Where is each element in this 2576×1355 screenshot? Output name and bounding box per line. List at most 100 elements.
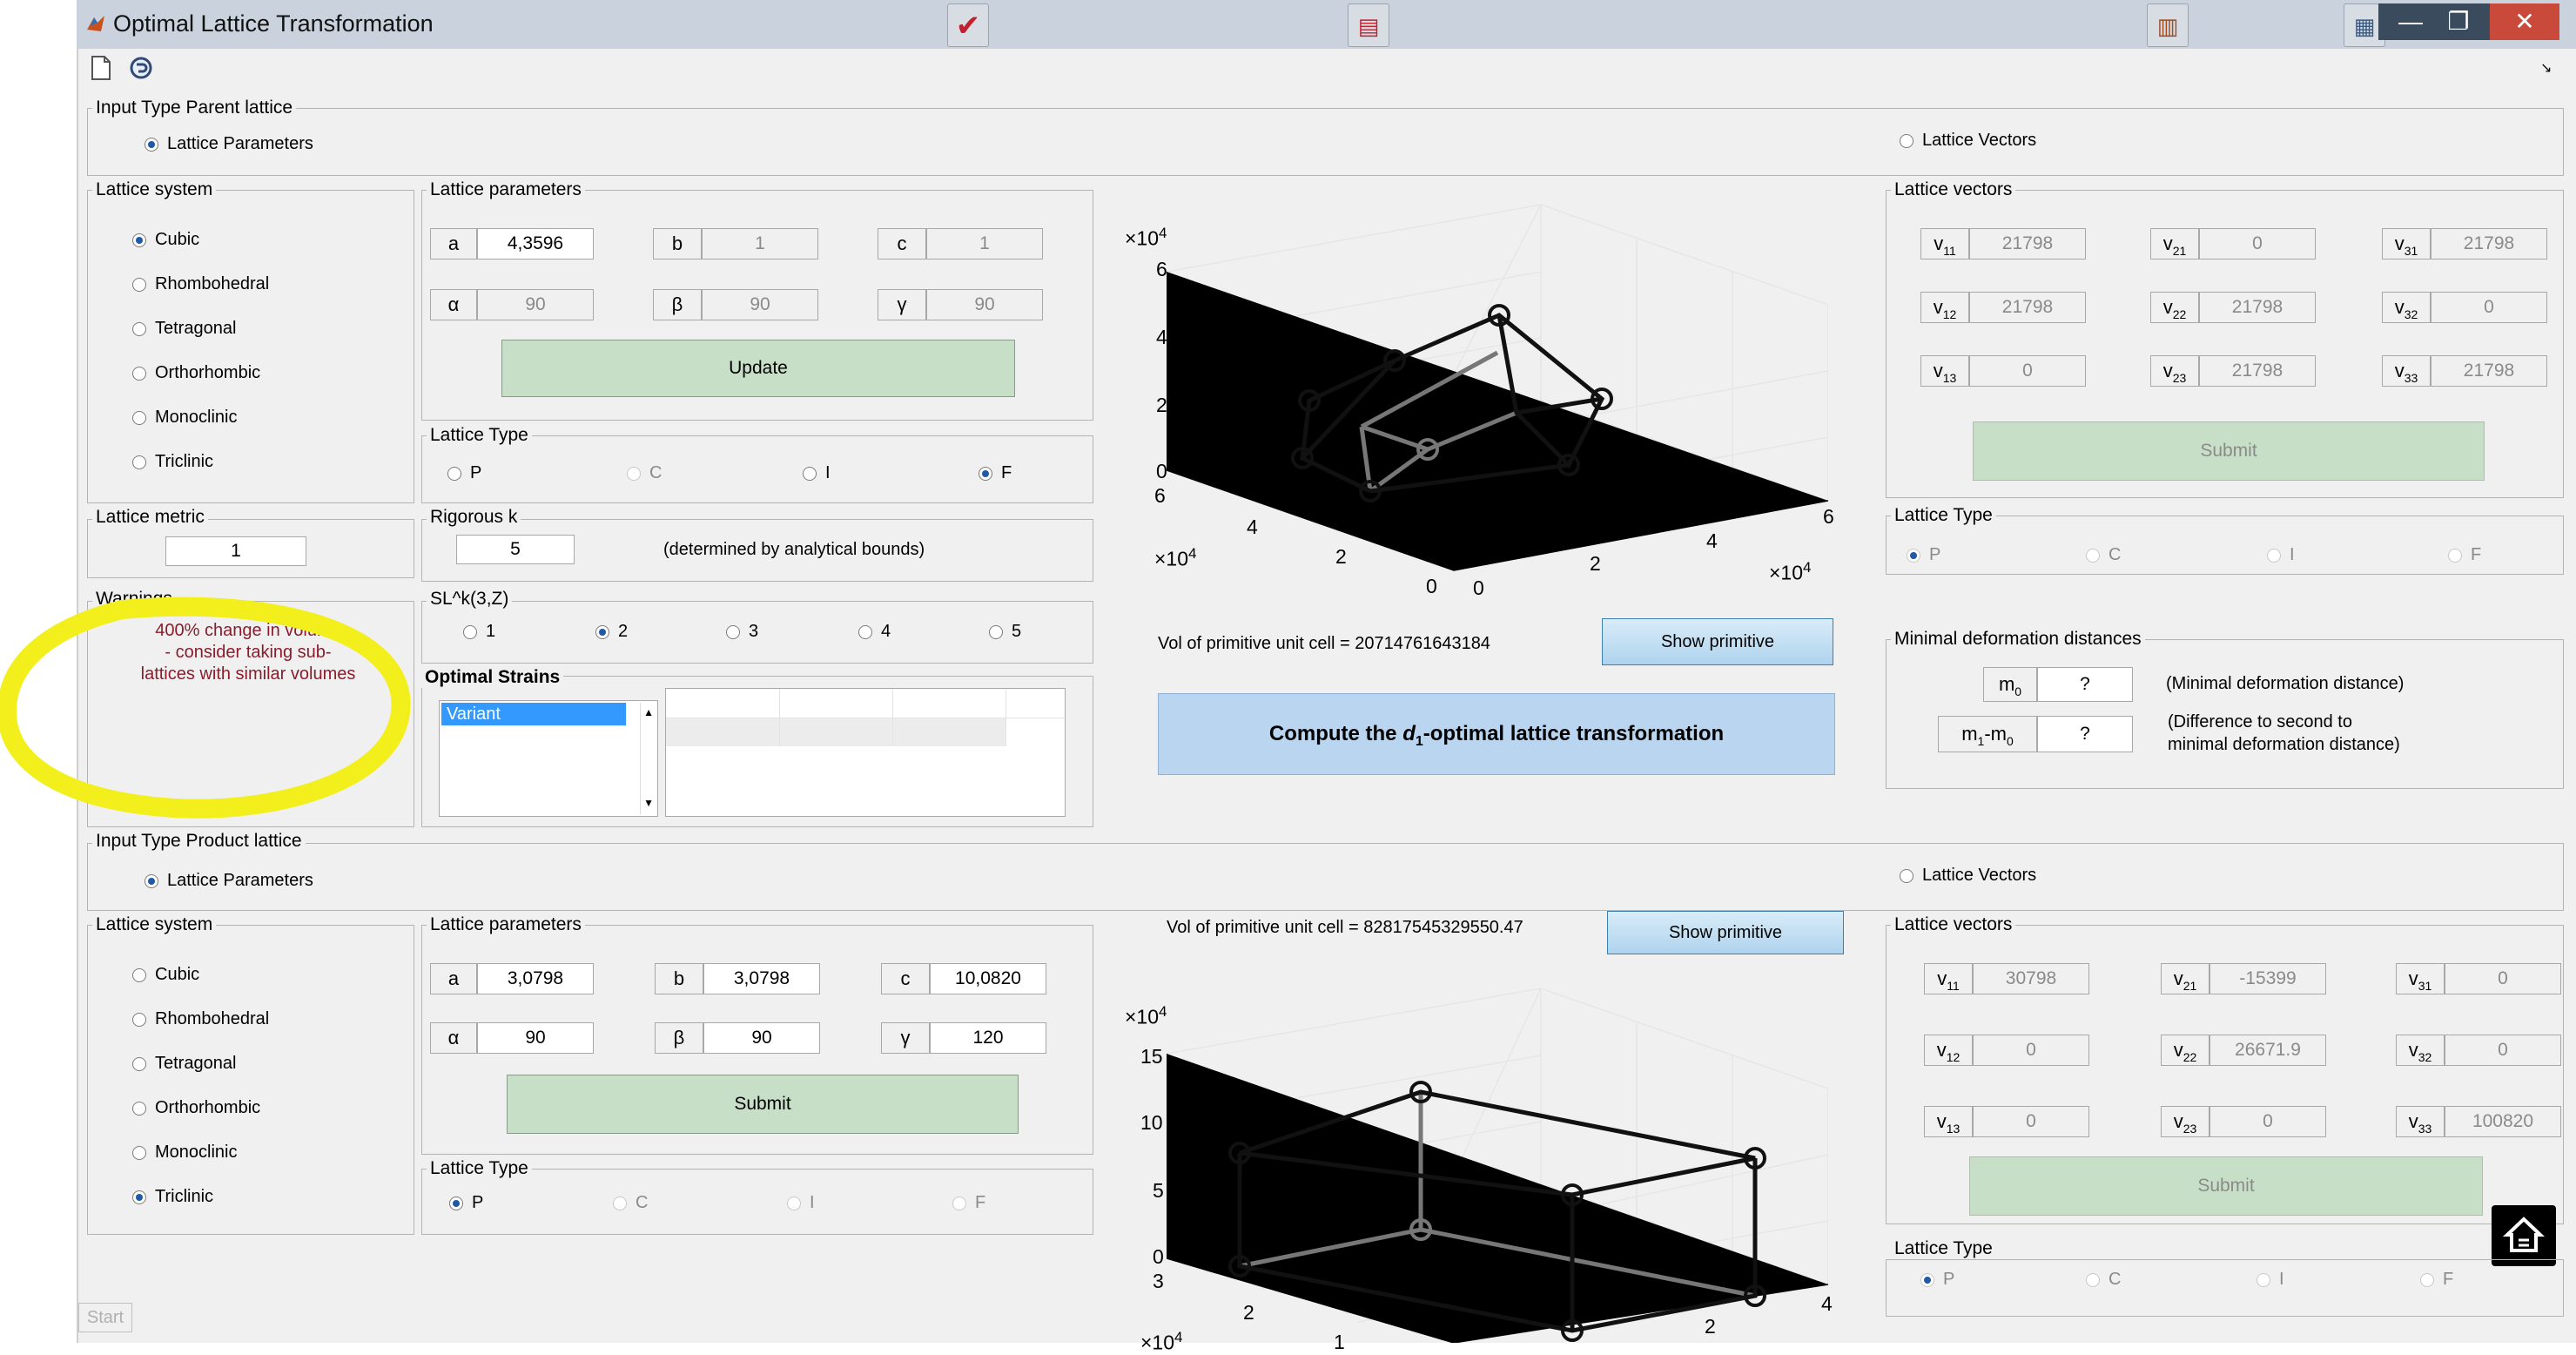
parent-vector-input[interactable]: 21798: [2199, 292, 2316, 323]
parent-vector-input[interactable]: 0: [1969, 355, 2086, 387]
product-type-c[interactable]: C: [613, 1193, 648, 1213]
strains-table[interactable]: [665, 688, 1066, 817]
product-param-a-input[interactable]: 3,0798: [477, 963, 594, 994]
reset-icon[interactable]: [127, 54, 155, 82]
product-right-type-c[interactable]: C: [2086, 1270, 2121, 1290]
product-system-tetragonal[interactable]: Tetragonal: [132, 1054, 236, 1074]
parent-vector-input[interactable]: 0: [2431, 292, 2547, 323]
scroll-up-icon[interactable]: ▲: [643, 706, 654, 718]
product-system-monoclinic[interactable]: Monoclinic: [132, 1143, 237, 1163]
product-vector-input[interactable]: 30798: [1973, 963, 2089, 994]
slk-option-1[interactable]: 1: [463, 622, 495, 642]
parent-vector-input[interactable]: 0: [2199, 228, 2316, 260]
product-vectors-submit-button[interactable]: Submit: [1969, 1156, 2483, 1216]
product-type-f[interactable]: F: [952, 1193, 985, 1213]
parent-right-type-f[interactable]: F: [2448, 545, 2481, 565]
taskbar-doc-icon[interactable]: ▥: [2147, 3, 2189, 47]
radio-indicator: [132, 410, 146, 425]
radio-indicator: [132, 455, 146, 469]
product-right-type-f[interactable]: F: [2420, 1270, 2453, 1290]
product-vector-input[interactable]: 0: [2209, 1106, 2326, 1137]
parent-right-type-p[interactable]: P: [1907, 545, 1940, 565]
parent-system-orthorhombic[interactable]: Orthorhombic: [132, 363, 260, 383]
product-vector-input[interactable]: 0: [1973, 1106, 2089, 1137]
rigorous-k-input[interactable]: 5: [456, 535, 575, 564]
param-alpha-input[interactable]: 90: [477, 289, 594, 320]
product-param-b-input[interactable]: 3,0798: [703, 963, 820, 994]
taskbar-pdf-icon[interactable]: ▤: [1348, 3, 1389, 47]
compute-button[interactable]: Compute the d1-optimal lattice transform…: [1158, 693, 1835, 775]
lattice-metric-input[interactable]: 1: [165, 536, 306, 566]
radio-label: 3: [749, 622, 759, 641]
radio-label: F: [2443, 1270, 2454, 1289]
home-button[interactable]: [2492, 1205, 2556, 1266]
product-radio-lattice-vectors[interactable]: Lattice Vectors: [1900, 866, 2036, 886]
parent-system-triclinic[interactable]: Triclinic: [132, 452, 213, 472]
variant-listbox[interactable]: Variant ▲ ▼: [439, 700, 658, 817]
parent-radio-lattice-parameters[interactable]: Lattice Parameters: [145, 134, 313, 154]
product-vector-input[interactable]: 26671.9: [2209, 1035, 2326, 1066]
product-show-primitive-button[interactable]: Show primitive: [1607, 911, 1844, 954]
parent-type-f[interactable]: F: [979, 463, 1012, 483]
product-right-lattice-type-title: Lattice Type: [1891, 1238, 1996, 1259]
taskbar-check-icon[interactable]: ✔: [947, 3, 989, 47]
product-system-rhombohedral[interactable]: Rhombohedral: [132, 1009, 269, 1029]
product-type-i[interactable]: I: [787, 1193, 815, 1213]
toolbar-overflow-icon[interactable]: ↘: [2540, 59, 2552, 77]
product-submit-button[interactable]: Submit: [507, 1075, 1019, 1134]
product-vector-input[interactable]: 0: [2445, 1035, 2561, 1066]
vector-letter: v: [1933, 296, 1943, 318]
parent-vector-input[interactable]: 21798: [2199, 355, 2316, 387]
product-param-gamma-input[interactable]: 120: [930, 1022, 1046, 1054]
list-item[interactable]: Variant: [441, 703, 626, 725]
product-right-type-i[interactable]: I: [2257, 1270, 2284, 1290]
slk-option-3[interactable]: 3: [726, 622, 758, 642]
slk-option-5[interactable]: 5: [989, 622, 1021, 642]
slk-option-2[interactable]: 2: [595, 622, 628, 642]
parent-system-rhombohedral[interactable]: Rhombohedral: [132, 274, 269, 294]
product-param-alpha-input[interactable]: 90: [477, 1022, 594, 1054]
scroll-down-icon[interactable]: ▼: [643, 797, 654, 809]
restore-button[interactable]: ❐: [2426, 3, 2491, 40]
new-file-icon[interactable]: [87, 54, 115, 82]
param-a-input[interactable]: 4,3596: [477, 228, 594, 260]
parent-type-i[interactable]: I: [803, 463, 831, 483]
parent-vector-input[interactable]: 21798: [1969, 228, 2086, 260]
parent-vector-input[interactable]: 21798: [1969, 292, 2086, 323]
product-vector-input[interactable]: 0: [1973, 1035, 2089, 1066]
parent-radio-lattice-vectors[interactable]: Lattice Vectors: [1900, 131, 2036, 151]
parent-right-type-c[interactable]: C: [2086, 545, 2121, 565]
param-beta-input[interactable]: 90: [702, 289, 818, 320]
m0-value[interactable]: ?: [2037, 667, 2133, 702]
parent-type-p[interactable]: P: [447, 463, 481, 483]
parent-system-tetragonal[interactable]: Tetragonal: [132, 319, 236, 339]
product-radio-lattice-parameters[interactable]: Lattice Parameters: [145, 871, 313, 891]
parent-type-c[interactable]: C: [627, 463, 662, 483]
param-c-input[interactable]: 1: [926, 228, 1043, 260]
update-button[interactable]: Update: [501, 340, 1015, 397]
start-button[interactable]: Start: [78, 1303, 132, 1332]
product-vector-input[interactable]: 0: [2445, 963, 2561, 994]
product-right-type-p[interactable]: P: [1920, 1270, 1954, 1290]
product-vector-input[interactable]: 100820: [2445, 1106, 2561, 1137]
parent-vector-input[interactable]: 21798: [2431, 355, 2547, 387]
product-vector-input[interactable]: -15399: [2209, 963, 2326, 994]
product-type-p[interactable]: P: [449, 1193, 483, 1213]
product-system-cubic[interactable]: Cubic: [132, 965, 199, 985]
product-param-c-input[interactable]: 10,0820: [930, 963, 1046, 994]
m1m0-value[interactable]: ?: [2037, 716, 2133, 752]
parent-vectors-submit-button[interactable]: Submit: [1973, 421, 2485, 481]
product-param-beta-input[interactable]: 90: [703, 1022, 820, 1054]
slk-option-4[interactable]: 4: [858, 622, 891, 642]
param-b-input[interactable]: 1: [702, 228, 818, 260]
parent-vector-input[interactable]: 21798: [2431, 228, 2547, 260]
parent-show-primitive-button[interactable]: Show primitive: [1602, 618, 1833, 665]
product-system-orthorhombic[interactable]: Orthorhombic: [132, 1098, 260, 1118]
compute-label-sub: 1: [1415, 733, 1423, 749]
parent-system-monoclinic[interactable]: Monoclinic: [132, 408, 237, 428]
parent-right-type-i[interactable]: I: [2267, 545, 2295, 565]
product-system-triclinic[interactable]: Triclinic: [132, 1187, 213, 1207]
close-button[interactable]: ✕: [2490, 3, 2559, 40]
param-gamma-input[interactable]: 90: [926, 289, 1043, 320]
parent-system-cubic[interactable]: Cubic: [132, 230, 199, 250]
